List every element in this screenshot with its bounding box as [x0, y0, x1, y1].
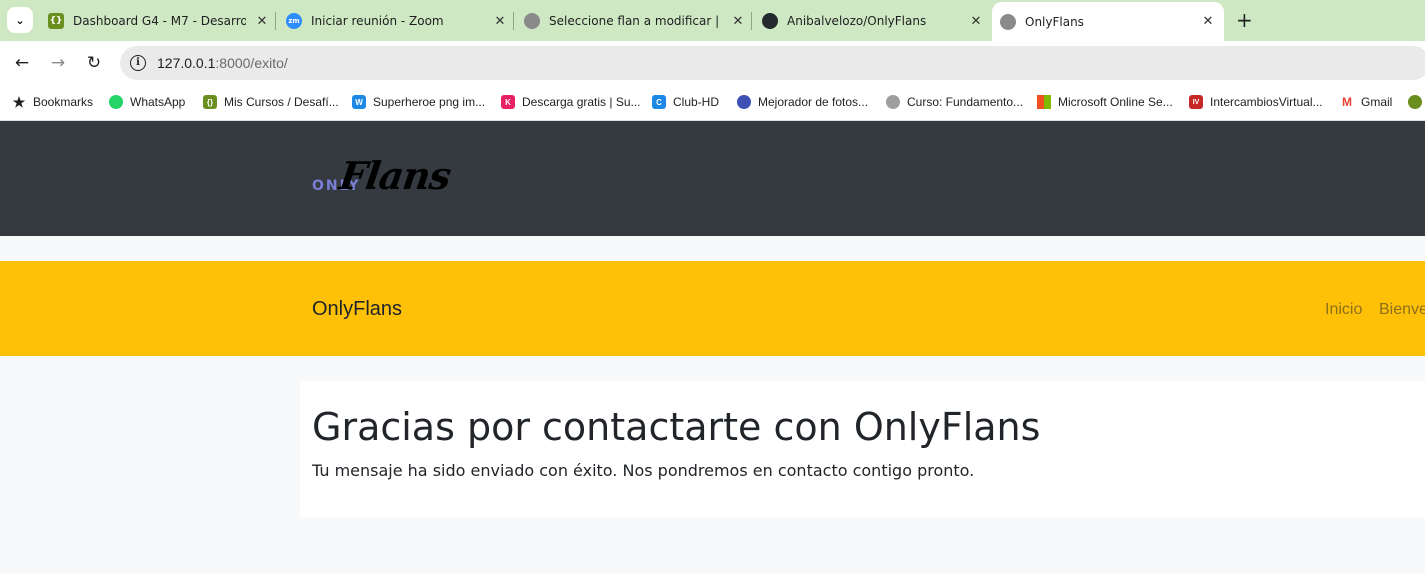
- navbar: OnlyFlans Inicio Bienve: [0, 261, 1425, 356]
- bookmark-label: Superheroe png im...: [373, 95, 486, 109]
- bookmark-label: Club-HD: [673, 95, 720, 109]
- url-text[interactable]: 127.0.0.1:8000/exito/: [157, 55, 288, 71]
- tab-github[interactable]: Anibalvelozo/OnlyFlans ✕: [762, 6, 984, 36]
- tab-strip: ⌄ {} Dashboard G4 - M7 - Desarrollo ✕ zm…: [0, 0, 1425, 41]
- tab-onlyflans[interactable]: OnlyFlans ✕: [992, 2, 1224, 41]
- success-card: Gracias por contactarte con OnlyFlans Tu…: [300, 381, 1425, 517]
- globe-icon: [524, 13, 540, 29]
- dino-icon: [1408, 95, 1422, 109]
- gmail-icon: M: [1340, 95, 1354, 109]
- info-icon[interactable]: i: [130, 55, 146, 71]
- microsoft-icon: [1037, 95, 1051, 109]
- back-arrow-icon[interactable]: ←: [12, 53, 32, 73]
- nav-link-inicio[interactable]: Inicio: [1325, 301, 1362, 319]
- bookmark-bookmarks[interactable]: ★ Bookmarks: [12, 93, 93, 111]
- tab-title: OnlyFlans: [1025, 14, 1084, 29]
- site-logo[interactable]: ONLY Flans: [312, 153, 472, 203]
- star-icon: ★: [12, 93, 26, 110]
- tab-title: Dashboard G4 - M7 - Desarrollo: [73, 14, 246, 28]
- new-tab-button[interactable]: +: [1236, 9, 1253, 31]
- bookmark-mis-cursos[interactable]: {} Mis Cursos / Desafí...: [203, 93, 339, 111]
- github-icon: [762, 13, 778, 29]
- bookmark-label: Mis Cursos / Desafí...: [224, 95, 339, 109]
- page-title: Gracias por contactarte con OnlyFlans: [312, 405, 1041, 449]
- tab-dashboard[interactable]: {} Dashboard G4 - M7 - Desarrollo ✕: [48, 6, 270, 36]
- close-icon[interactable]: ✕: [254, 14, 270, 29]
- zoom-icon: zm: [286, 13, 302, 29]
- bookmark-overflow[interactable]: [1408, 93, 1425, 111]
- bookmark-curso[interactable]: Curso: Fundamento...: [886, 93, 1023, 111]
- bookmark-label: Bookmarks: [33, 95, 94, 109]
- bookmark-label: Gmail: [1361, 95, 1393, 109]
- address-bar[interactable]: i 127.0.0.1:8000/exito/: [120, 46, 1425, 80]
- moodle-icon: {}: [48, 13, 64, 29]
- k-logo-icon: K: [501, 95, 515, 109]
- bookmark-microsoft[interactable]: Microsoft Online Se...: [1037, 93, 1173, 111]
- gear-icon: [886, 95, 900, 109]
- tab-title: Seleccione flan a modificar | Sitio: [549, 14, 722, 28]
- tab-divider: [513, 12, 514, 30]
- bookmark-whatsapp[interactable]: WhatsApp: [109, 93, 185, 111]
- browser-toolbar: ← → ↻ i 127.0.0.1:8000/exito/: [0, 41, 1425, 85]
- bookmark-superheroe[interactable]: W Superheroe png im...: [352, 93, 485, 111]
- whatsapp-icon: [109, 95, 123, 109]
- moodle-icon: {}: [203, 95, 217, 109]
- nav-link-bienvenido[interactable]: Bienve: [1379, 301, 1425, 319]
- bookmarks-bar: ★ Bookmarks WhatsApp {} Mis Cursos / Des…: [0, 85, 1425, 121]
- iv-logo-icon: IV: [1189, 95, 1203, 109]
- tab-divider: [275, 12, 276, 30]
- bookmark-mejorador[interactable]: Mejorador de fotos...: [737, 93, 868, 111]
- bookmark-label: Descarga gratis | Su...: [522, 95, 641, 109]
- close-icon[interactable]: ✕: [730, 14, 746, 29]
- tab-title: Iniciar reunión - Zoom: [311, 14, 444, 28]
- tab-zoom[interactable]: zm Iniciar reunión - Zoom ✕: [286, 6, 508, 36]
- tab-seleccione-flan[interactable]: Seleccione flan a modificar | Sitio ✕: [524, 6, 746, 36]
- bookmark-label: Microsoft Online Se...: [1058, 95, 1173, 109]
- logo-flans-text: Flans: [336, 153, 454, 198]
- tab-divider: [751, 12, 752, 30]
- chevron-down-icon: ⌄: [15, 13, 25, 27]
- reload-icon[interactable]: ↻: [84, 53, 104, 73]
- close-icon[interactable]: ✕: [492, 14, 508, 29]
- close-icon[interactable]: ✕: [1200, 14, 1216, 29]
- close-icon[interactable]: ✕: [968, 14, 984, 29]
- tab-search-button[interactable]: ⌄: [7, 7, 33, 33]
- url-path: :8000/exito/: [215, 55, 288, 71]
- bookmark-gmail[interactable]: M Gmail: [1340, 93, 1392, 111]
- brush-icon: [737, 95, 751, 109]
- success-message: Tu mensaje ha sido enviado con éxito. No…: [312, 461, 975, 480]
- tab-title: Anibalvelozo/OnlyFlans: [787, 14, 927, 28]
- bookmark-label: Mejorador de fotos...: [758, 95, 869, 109]
- site-header: ONLY Flans: [0, 121, 1425, 236]
- bookmark-label: IntercambiosVirtual...: [1210, 95, 1323, 109]
- globe-icon: [1000, 13, 1016, 30]
- forward-arrow-icon[interactable]: →: [48, 53, 68, 73]
- bookmark-descarga[interactable]: K Descarga gratis | Su...: [501, 93, 641, 111]
- bookmark-club-hd[interactable]: C Club-HD: [652, 93, 719, 111]
- navbar-brand[interactable]: OnlyFlans: [312, 298, 402, 321]
- c-logo-icon: C: [652, 95, 666, 109]
- bookmark-label: Curso: Fundamento...: [907, 95, 1024, 109]
- w-logo-icon: W: [352, 95, 366, 109]
- bookmark-intercambios[interactable]: IV IntercambiosVirtual...: [1189, 93, 1323, 111]
- bookmark-label: WhatsApp: [130, 95, 186, 109]
- url-host: 127.0.0.1: [157, 55, 216, 71]
